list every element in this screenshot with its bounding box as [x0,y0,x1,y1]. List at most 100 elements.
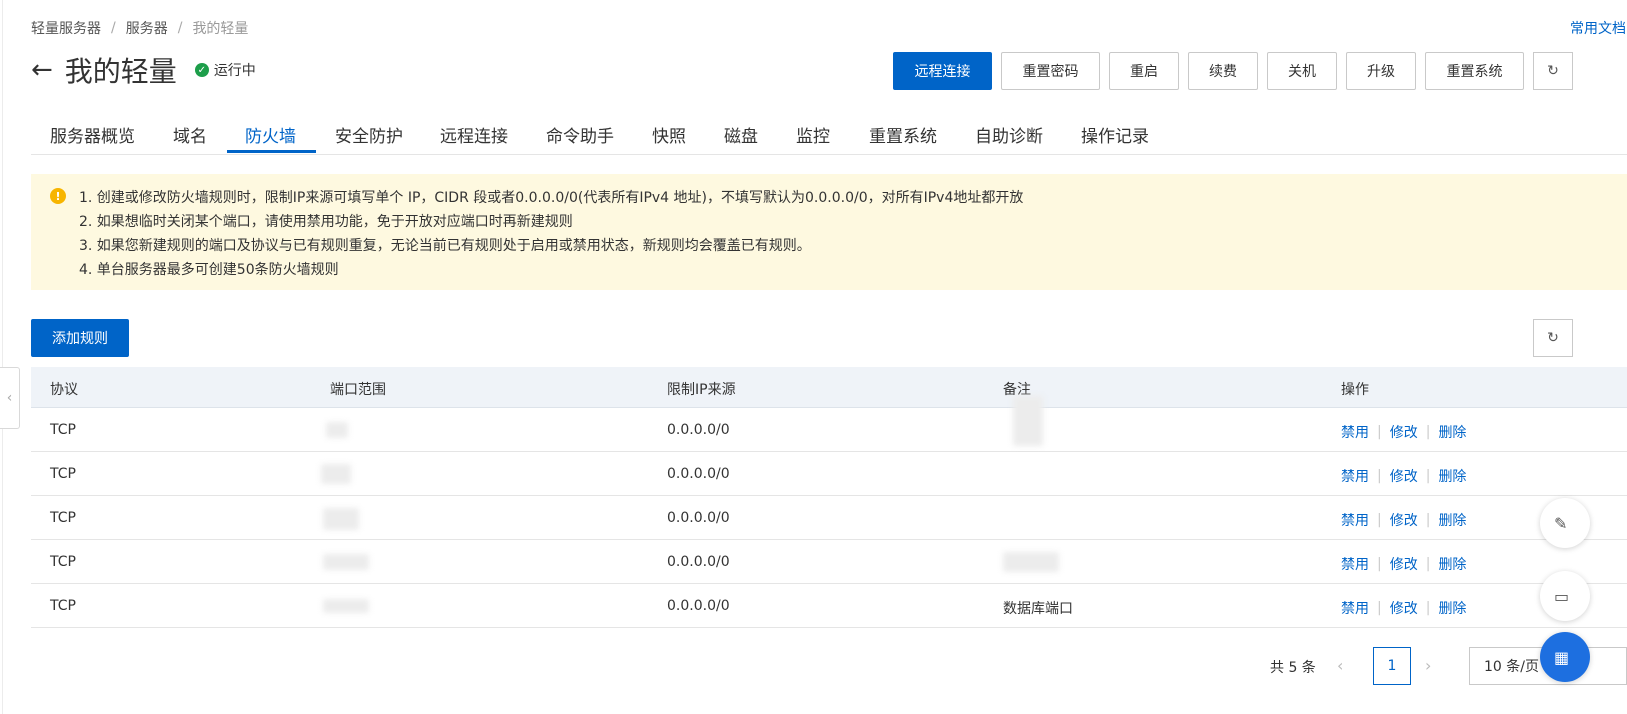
check-circle-icon: ✓ [194,63,209,77]
protocol-cell: TCP [50,466,76,482]
breadcrumb-item-server[interactable]: 服务器 [126,18,168,38]
table-row: TCP 0.0.0.0/0 数据库端口 禁用 | 修改 | 删除 [31,584,1627,628]
delete-link[interactable]: 删除 [1438,510,1466,530]
ip-source-cell: 0.0.0.0/0 [667,510,730,526]
firewall-rules-table: 协议 端口范围 限制IP来源 备注 操作 TCP 0.0.0.0/0 禁用 | 修… [31,367,1627,628]
breadcrumb: 轻量服务器 / 服务器 / 我的轻量 [31,18,248,38]
reset-password-button[interactable]: 重置密码 [1001,52,1100,90]
disable-link[interactable]: 禁用 [1341,598,1369,618]
delete-link[interactable]: 删除 [1438,466,1466,486]
edit-link[interactable]: 修改 [1390,554,1418,574]
ip-source-cell: 0.0.0.0/0 [667,422,730,438]
edit-feedback-icon[interactable]: ✎ [1540,498,1590,548]
row-actions: 禁用 | 修改 | 删除 [1341,466,1467,486]
tab-security-protection[interactable]: 安全防护 [335,122,403,147]
warning-icon: ! [50,188,66,204]
ip-source-cell: 0.0.0.0/0 [667,554,730,570]
notice-line: 1. 创建或修改防火墙规则时，限制IP来源可填写单个 IP，CIDR 段或者0.… [79,190,1024,206]
edit-link[interactable]: 修改 [1390,466,1418,486]
reset-system-button[interactable]: 重置系统 [1425,52,1524,90]
breadcrumb-separator: / [177,20,183,36]
tab-disk[interactable]: 磁盘 [724,122,758,147]
row-actions: 禁用 | 修改 | 删除 [1341,554,1467,574]
disable-link[interactable]: 禁用 [1341,422,1369,442]
active-tab-indicator [227,150,316,153]
redacted-note [1003,552,1059,572]
notice-line: 4. 单台服务器最多可创建50条防火墙规则 [79,262,339,278]
disable-link[interactable]: 禁用 [1341,466,1369,486]
redacted-port [326,422,348,438]
row-actions: 禁用 | 修改 | 删除 [1341,422,1467,442]
tab-server-overview[interactable]: 服务器概览 [50,122,135,147]
tab-snapshot[interactable]: 快照 [652,122,686,147]
delete-link[interactable]: 删除 [1438,422,1466,442]
apps-icon[interactable]: ▦ [1540,632,1590,682]
chevron-right-icon[interactable]: › [1425,656,1431,675]
ip-source-cell: 0.0.0.0/0 [667,466,730,482]
redacted-note [1013,396,1043,446]
notice-line: 3. 如果您新建规则的端口及协议与已有规则重复，无论当前已有规则处于启用或禁用状… [79,238,811,254]
edit-link[interactable]: 修改 [1390,510,1418,530]
status-text: 运行中 [213,63,256,79]
table-row: TCP 0.0.0.0/0 禁用 | 修改 | 删除 [31,496,1627,540]
renew-button[interactable]: 续费 [1188,52,1258,90]
upgrade-button[interactable]: 升级 [1346,52,1416,90]
column-actions: 操作 [1341,382,1369,398]
left-border [2,0,3,714]
refresh-icon[interactable]: ↻ [1533,319,1573,357]
disable-link[interactable]: 禁用 [1341,510,1369,530]
back-arrow-icon[interactable]: ← [31,57,53,83]
chevron-left-icon: ‹ [6,390,13,406]
breadcrumb-item-lightweight-server[interactable]: 轻量服务器 [31,18,101,38]
pagination-total: 共 5 条 [1270,660,1316,676]
table-row: TCP 0.0.0.0/0 禁用 | 修改 | 删除 [31,452,1627,496]
delete-link[interactable]: 删除 [1438,554,1466,574]
edit-link[interactable]: 修改 [1390,422,1418,442]
chevron-left-icon[interactable]: ‹ [1337,656,1343,675]
note-cell: 数据库端口 [1003,601,1073,617]
ip-source-cell: 0.0.0.0/0 [667,598,730,614]
tab-monitor[interactable]: 监控 [796,122,830,147]
notice-line: 2. 如果想临时关闭某个端口，请使用禁用功能，免于开放对应端口时再新建规则 [79,214,573,230]
remote-connect-button[interactable]: 远程连接 [893,52,992,90]
table-header: 协议 端口范围 限制IP来源 备注 操作 [31,367,1627,408]
add-rule-button[interactable]: 添加规则 [31,319,129,357]
redacted-port [323,508,359,530]
table-row: TCP 0.0.0.0/0 禁用 | 修改 | 删除 [31,396,1627,452]
tab-operation-log[interactable]: 操作记录 [1081,122,1149,147]
row-actions: 禁用 | 修改 | 删除 [1341,598,1467,618]
redacted-port [323,599,369,613]
delete-link[interactable]: 删除 [1438,598,1466,618]
tab-command-assistant[interactable]: 命令助手 [546,122,614,147]
protocol-cell: TCP [50,598,76,614]
disable-link[interactable]: 禁用 [1341,554,1369,574]
shutdown-button[interactable]: 关机 [1267,52,1337,90]
protocol-cell: TCP [50,422,76,438]
breadcrumb-separator: / [111,20,116,36]
column-port-range: 端口范围 [330,382,386,398]
status-badge: ✓ 运行中 [194,60,256,80]
tab-self-diagnosis[interactable]: 自助诊断 [975,122,1043,147]
redacted-port [321,464,351,484]
protocol-cell: TCP [50,554,76,570]
tab-domain[interactable]: 域名 [173,122,207,147]
pagination-page[interactable]: 1 [1373,647,1411,685]
restart-button[interactable]: 重启 [1109,52,1179,90]
tab-firewall[interactable]: 防火墙 [245,122,296,147]
column-ip-source: 限制IP来源 [667,382,736,398]
collapse-sidebar-toggle[interactable]: ‹ [0,367,20,429]
redacted-port [323,554,369,570]
protocol-cell: TCP [50,510,76,526]
refresh-icon[interactable]: ↻ [1533,52,1573,90]
column-protocol: 协议 [50,382,78,398]
breadcrumb-item-current: 我的轻量 [192,21,249,37]
title-row: ← 我的轻量 ✓ 运行中 [31,50,256,90]
firewall-notice: ! 1. 创建或修改防火墙规则时，限制IP来源可填写单个 IP，CIDR 段或者… [31,174,1627,290]
tab-reset-system[interactable]: 重置系统 [869,122,937,147]
common-docs-link[interactable]: 常用文档 [1570,18,1626,38]
chat-icon[interactable]: ▭ [1540,571,1590,621]
page-title: 我的轻量 [64,55,177,88]
edit-link[interactable]: 修改 [1390,598,1418,618]
tab-remote-connect[interactable]: 远程连接 [440,122,508,147]
row-actions: 禁用 | 修改 | 删除 [1341,510,1467,530]
